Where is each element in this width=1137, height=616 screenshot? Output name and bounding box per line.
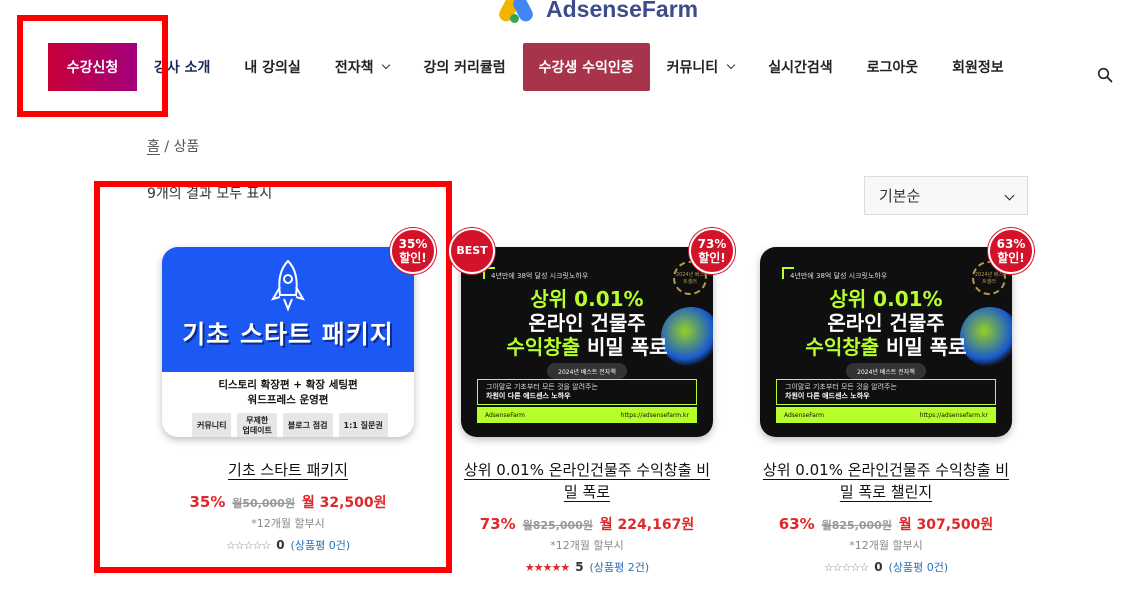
nav-community[interactable]: 커뮤니티	[650, 43, 752, 91]
search-icon[interactable]	[1097, 67, 1113, 83]
breadcrumb-current: 상품	[173, 139, 200, 155]
star-rating-icon: ☆☆☆☆☆	[823, 560, 869, 574]
installment-note: *12개월 할부시	[849, 539, 923, 552]
nav-ebooks-label: 전자책	[334, 60, 374, 76]
product-price: 63% 월825,000원 월 307,500원	[760, 515, 1012, 535]
product-price: 73% 월825,000원 월 224,167원	[461, 515, 713, 535]
product-thumbnail[interactable]: 4년만에 38억 달성 시크릿노하우 2024년 베스트셀러 상위 0.01% …	[760, 247, 1012, 437]
footer-url: https://adsensefarm.kr	[919, 411, 988, 419]
nav-live-search[interactable]: 실시간검색	[751, 43, 849, 91]
headline-highlight: 수익창출	[506, 335, 581, 359]
product-rating: ☆☆☆☆☆ 0 (상품평 0건)	[760, 559, 1012, 575]
breadcrumb-separator: /	[164, 139, 170, 155]
thumbnail-pill: 2024년 베스트 전자책	[846, 363, 926, 379]
site-logo[interactable]: AdsenseFarm	[496, 0, 699, 26]
product-title[interactable]: 상위 0.01% 온라인건물주 수익창출 비밀 폭로	[461, 459, 713, 503]
logo-icon	[496, 0, 540, 26]
description-line2: 차원이 다른 애드센스 노하우	[785, 392, 870, 400]
headline-rest: 비밀 폭로	[580, 335, 668, 359]
review-link[interactable]: (상품평 2건)	[590, 559, 650, 575]
thumbnail-footer: AdsenseFarm https://adsensefarm.kr	[477, 407, 697, 423]
thumbnail-description: 그이말로 기초부터 모든 것을 알려주는 차원이 다른 애드센스 노하우	[776, 379, 996, 405]
main-nav: 수강신청 강사 소개 내 강의실 전자책 강의 커리큘럼 수강생 수익인증 커뮤…	[48, 43, 1021, 91]
description-line1: 그이말로 기초부터 모든 것을 알려주는	[486, 383, 598, 391]
chevron-down-icon	[1004, 190, 1015, 201]
sort-selected-value: 기본순	[879, 187, 921, 205]
thumbnail-footer: AdsenseFarm https://adsensefarm.kr	[776, 407, 996, 423]
nav-curriculum[interactable]: 강의 커리큘럼	[406, 43, 522, 91]
product-card[interactable]: BEST 73% 할인! 4년만에 38억 달성 시크릿노하우 2024년 베스…	[449, 228, 735, 575]
product-rating: ★★★★★ 5 (상품평 2건)	[461, 559, 713, 575]
star-rating-icon: ★★★★★	[524, 560, 570, 574]
thumbnail-headline-3: 수익창출 비밀 폭로	[760, 335, 1012, 359]
product-title[interactable]: 상위 0.01% 온라인건물주 수익창출 비밀 폭로 챌린지	[760, 459, 1012, 503]
rating-count: 5	[575, 560, 584, 574]
thumbnail-description: 그이말로 기초부터 모든 것을 알려주는 차원이 다른 애드센스 노하우	[477, 379, 697, 405]
breadcrumb: 홈 / 상품	[147, 136, 199, 156]
highlight-box	[17, 15, 168, 117]
discount-percent: 63%	[778, 515, 815, 533]
nav-community-label: 커뮤니티	[666, 60, 719, 76]
original-price: 월825,000원	[522, 519, 593, 532]
nav-my-classroom[interactable]: 내 강의실	[227, 43, 317, 91]
product-card[interactable]: 63% 할인! 4년만에 38억 달성 시크릿노하우 2024년 베스트셀러 상…	[760, 228, 1034, 575]
chevron-down-icon	[382, 60, 391, 70]
footer-brand: AdsenseFarm	[784, 411, 825, 419]
nav-account[interactable]: 회원정보	[935, 43, 1021, 91]
headline-highlight: 수익창출	[805, 335, 880, 359]
discount-badge: 73% 할인!	[689, 228, 735, 274]
thumbnail-headline-2: 온라인 건물주	[528, 311, 646, 335]
nav-logout[interactable]: 로그아웃	[850, 43, 936, 91]
discount-badge: 63% 할인!	[988, 228, 1034, 274]
nav-student-earnings[interactable]: 수강생 수익인증	[522, 43, 650, 91]
sort-select[interactable]: 기본순	[864, 176, 1028, 215]
thumbnail-headline-1: 상위 0.01%	[530, 287, 644, 311]
footer-url: https://adsensefarm.kr	[620, 411, 689, 419]
logo-text: AdsenseFarm	[546, 0, 699, 22]
review-link[interactable]: (상품평 0건)	[889, 559, 949, 575]
thumbnail-headline-3: 수익창출 비밀 폭로	[461, 335, 713, 359]
nav-ebooks[interactable]: 전자책	[318, 43, 407, 91]
sale-price: 월 224,167원	[599, 517, 695, 533]
product-thumbnail[interactable]: 4년만에 38억 달성 시크릿노하우 2024년 베스트셀러 상위 0.01% …	[461, 247, 713, 437]
chevron-down-icon	[726, 60, 736, 70]
thumbnail-tagline: 4년만에 38억 달성 시크릿노하우	[790, 272, 888, 280]
rating-count: 0	[874, 560, 883, 574]
thumbnail-headline-1: 상위 0.01%	[829, 287, 943, 311]
thumbnail-headline-2: 온라인 건물주	[827, 311, 945, 335]
discount-percent: 73%	[479, 515, 516, 533]
installment-note: *12개월 할부시	[550, 539, 624, 552]
original-price: 월825,000원	[821, 519, 892, 532]
breadcrumb-home[interactable]: 홈	[147, 139, 160, 155]
description-line2: 차원이 다른 애드센스 노하우	[486, 392, 571, 400]
thumbnail-tagline: 4년만에 38억 달성 시크릿노하우	[491, 272, 589, 280]
footer-brand: AdsenseFarm	[485, 411, 526, 419]
discount-badge: 35% 할인!	[390, 228, 436, 274]
thumbnail-pill: 2024년 베스트 전자책	[547, 363, 627, 379]
sale-price: 월 307,500원	[898, 517, 994, 533]
headline-rest: 비밀 폭로	[879, 335, 967, 359]
description-line1: 그이말로 기초부터 모든 것을 알려주는	[785, 383, 897, 391]
best-badge: BEST	[449, 228, 495, 274]
